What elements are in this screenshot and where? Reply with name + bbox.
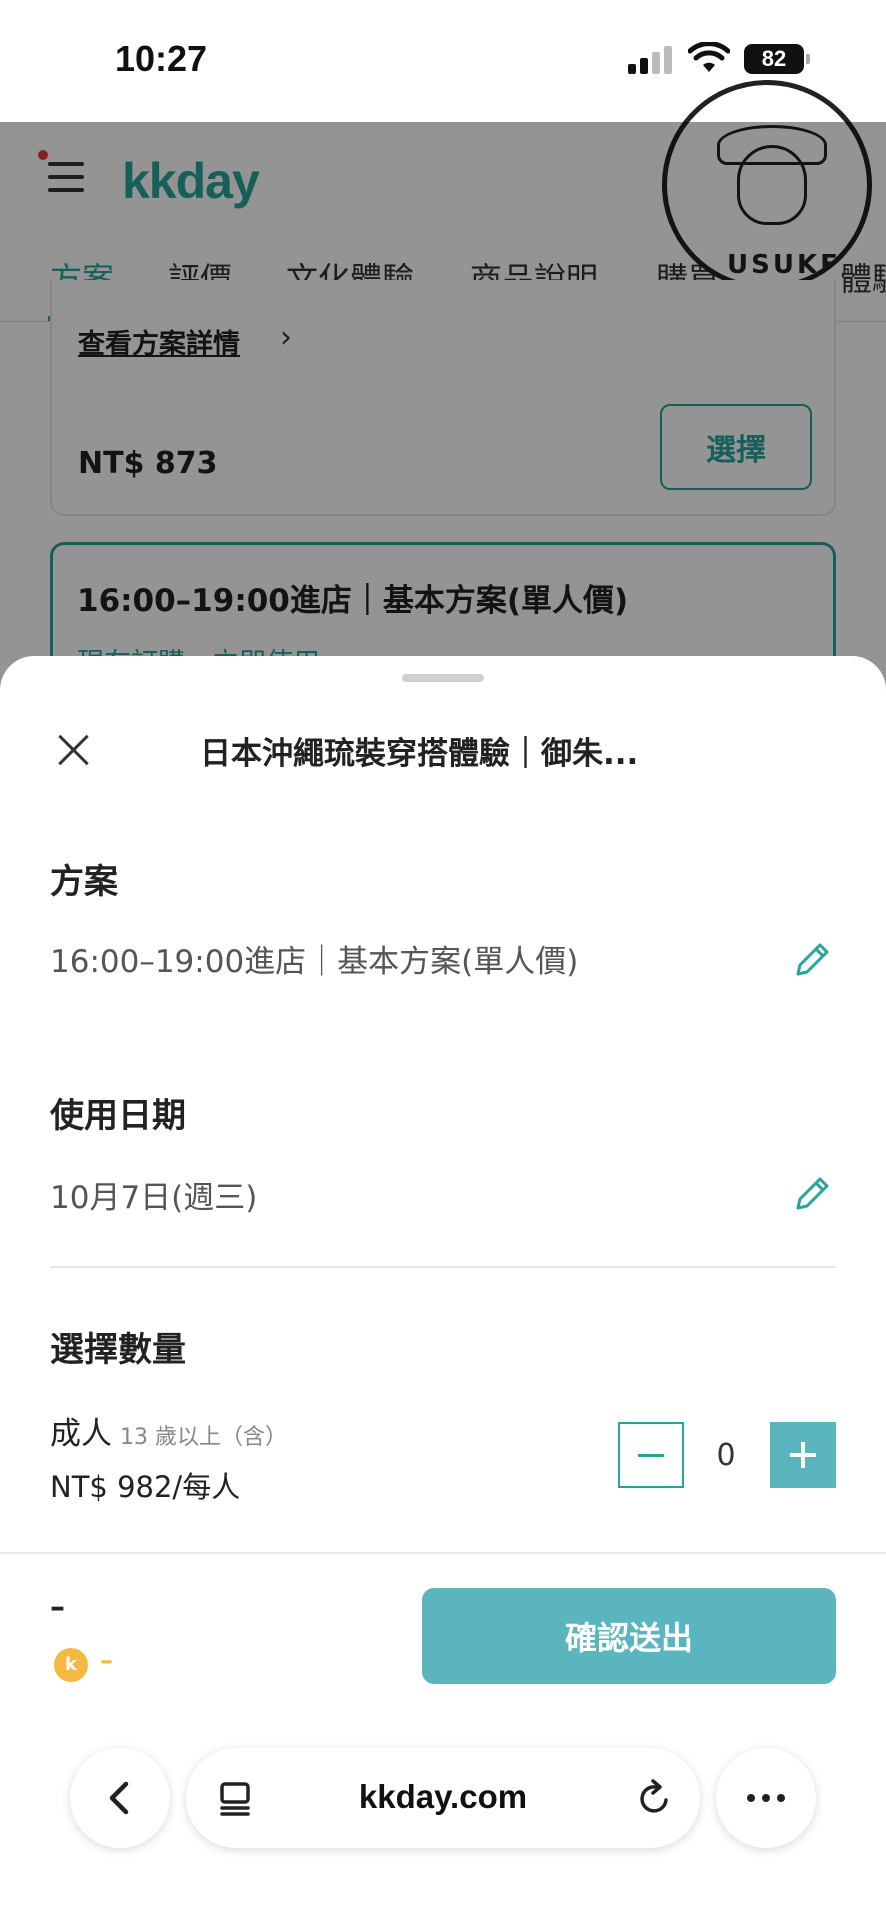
sheet-grabber[interactable] bbox=[402, 674, 484, 682]
date-label: 使用日期 bbox=[50, 1096, 186, 1136]
browser-back-button[interactable] bbox=[70, 1748, 170, 1848]
more-options-icon[interactable] bbox=[716, 1748, 816, 1848]
quantity-label: 選擇數量 bbox=[50, 1330, 186, 1370]
kkday-coin-icon: k bbox=[54, 1648, 88, 1682]
adult-label: 成人 13 歲以上（含） bbox=[50, 1408, 287, 1453]
wifi-icon bbox=[688, 42, 730, 72]
url-text: kkday.com bbox=[358, 1778, 528, 1815]
battery-icon: 82 bbox=[744, 44, 810, 74]
confirm-button[interactable]: 確認送出 bbox=[422, 1588, 836, 1684]
booking-sheet: 日本沖繩琉裝穿搭體驗｜御朱... 方案 16:00–19:00進店｜基本方案(單… bbox=[0, 656, 886, 1920]
status-time: 10:27 bbox=[115, 38, 208, 79]
close-icon[interactable] bbox=[50, 726, 98, 774]
edit-date-icon[interactable] bbox=[790, 1172, 834, 1216]
reward-points: – bbox=[100, 1646, 113, 1676]
date-value: 10月7日(週三) bbox=[50, 1180, 258, 1216]
increase-quantity-button[interactable] bbox=[770, 1422, 836, 1488]
decrease-quantity-button[interactable] bbox=[618, 1422, 684, 1488]
edit-plan-icon[interactable] bbox=[790, 938, 834, 982]
signal-icon bbox=[628, 46, 674, 74]
adult-age-range: 13 歲以上（含） bbox=[120, 1425, 287, 1450]
reload-icon[interactable] bbox=[634, 1778, 674, 1818]
adult-type: 成人 bbox=[50, 1416, 112, 1452]
quantity-value: 0 bbox=[716, 1438, 736, 1473]
section-divider bbox=[50, 1266, 836, 1268]
plan-label: 方案 bbox=[50, 862, 118, 902]
sheet-title: 日本沖繩琉裝穿搭體驗｜御朱... bbox=[200, 736, 639, 772]
chevron-left-icon bbox=[109, 1781, 129, 1815]
adult-price: NT$ 982/每人 bbox=[50, 1470, 241, 1504]
total-price: – bbox=[50, 1590, 65, 1625]
footer-divider bbox=[0, 1552, 886, 1554]
address-bar[interactable]: kkday.com bbox=[186, 1748, 700, 1848]
plan-value: 16:00–19:00進店｜基本方案(單人價) bbox=[50, 944, 579, 980]
